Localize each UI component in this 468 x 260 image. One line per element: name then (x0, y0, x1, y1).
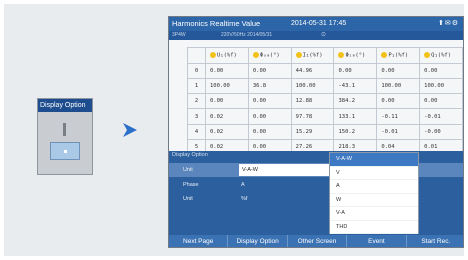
column-header-q: Q₁(%f) (419, 47, 463, 64)
softkey-bar: Next Page Display Option Other Screen Ev… (169, 235, 463, 247)
column-header-u: U₁(%f) (205, 47, 249, 64)
wiring-mode: 3P4W (172, 32, 186, 38)
unit-dropdown-list[interactable]: V-A-W V A W V-A THD (329, 152, 419, 234)
thumbnail-button (50, 142, 80, 160)
sub-bar: 3P4W 220V/50Hz 2014/05/31 ⊙ (169, 31, 463, 40)
option-row-unit-percent[interactable]: Unit %f (169, 192, 463, 206)
option-row-phase[interactable]: Phase A (169, 178, 463, 192)
device-screen: Harmonics Realtime Value 2014-05-31 17:4… (168, 16, 464, 248)
table-row: 0 0.00 0.00 44.96 0.00 0.00 0.00 (187, 62, 463, 80)
title-bar: Harmonics Realtime Value 2014-05-31 17:4… (169, 17, 463, 31)
thumbnail-body (44, 117, 86, 171)
dropdown-option[interactable]: V (330, 167, 418, 180)
dropdown-option[interactable]: W (330, 194, 418, 207)
table-row: 1 100.00 36.8 100.00 -43.1 100.00 100.00 (187, 78, 463, 95)
column-header-phi-i: Φᵢₘ(°) (333, 47, 378, 64)
dot-icon (338, 52, 345, 59)
dropdown-option[interactable]: A (330, 180, 418, 194)
thumbnail-wire (63, 123, 66, 136)
option-row-unit[interactable]: Unit V-A-W (169, 163, 463, 177)
dialog-title: Display Option (172, 152, 208, 158)
harmonics-table: U₁(%f) Φᵤₘ(°) I₁(%f) Φᵢₘ(°) P₁(%f) Q₁(%f… (187, 47, 463, 156)
screen-title: Harmonics Realtime Value (172, 19, 261, 28)
dot-icon (424, 52, 431, 59)
screen-datetime: 2014-05-31 17:45 (291, 20, 347, 27)
other-screen-button[interactable]: Other Screen (288, 235, 348, 247)
column-header-p: P₁(%f) (376, 47, 421, 64)
option-value: %f (241, 196, 248, 202)
dot-icon (295, 52, 302, 59)
arrow-right-icon (123, 123, 137, 137)
option-label: Unit (183, 196, 193, 202)
display-option-button[interactable]: Display Option (228, 235, 288, 247)
dot-icon (210, 52, 216, 59)
dropdown-option[interactable]: THD (330, 221, 418, 234)
dropdown-option[interactable]: V-A-W (330, 153, 418, 167)
event-button[interactable]: Event (347, 235, 407, 247)
option-value: A (241, 182, 245, 188)
table-row: 4 0.02 0.00 15.29 150.2 -0.01 -0.00 (187, 123, 463, 140)
status-icons: ⬆✉⚙ (437, 20, 459, 27)
next-page-button[interactable]: Next Page (169, 235, 229, 247)
table-row: 2 0.00 0.00 12.88 384.2 0.00 0.00 (187, 93, 463, 110)
table-header-row: U₁(%f) Φᵤₘ(°) I₁(%f) Φᵢₘ(°) P₁(%f) Q₁(%f… (187, 47, 463, 64)
unit-select-field[interactable]: V-A-W (239, 164, 329, 176)
dot-icon (252, 52, 259, 59)
nominal-info: 220V/50Hz 2014/05/31 (221, 32, 273, 38)
display-option-thumbnail: Display Option (37, 98, 93, 175)
display-option-dialog: Display Option Unit V-A-W Phase A Unit %… (169, 151, 463, 235)
table-row: 3 0.02 0.00 97.78 133.1 -0.11 -0.01 (187, 108, 463, 125)
option-label: Unit (183, 167, 193, 173)
column-header-phi-u: Φᵤₘ(°) (247, 47, 292, 64)
dropdown-option[interactable]: V-A (330, 207, 418, 221)
sync-icon: ⊙ (321, 32, 327, 38)
option-label: Phase (183, 182, 199, 188)
thumbnail-title: Display Option (38, 99, 92, 112)
start-rec-button[interactable]: Start Rec. (407, 235, 463, 247)
dot-icon (381, 52, 388, 59)
column-header-order (187, 47, 206, 64)
column-header-i: I₁(%f) (290, 47, 335, 64)
